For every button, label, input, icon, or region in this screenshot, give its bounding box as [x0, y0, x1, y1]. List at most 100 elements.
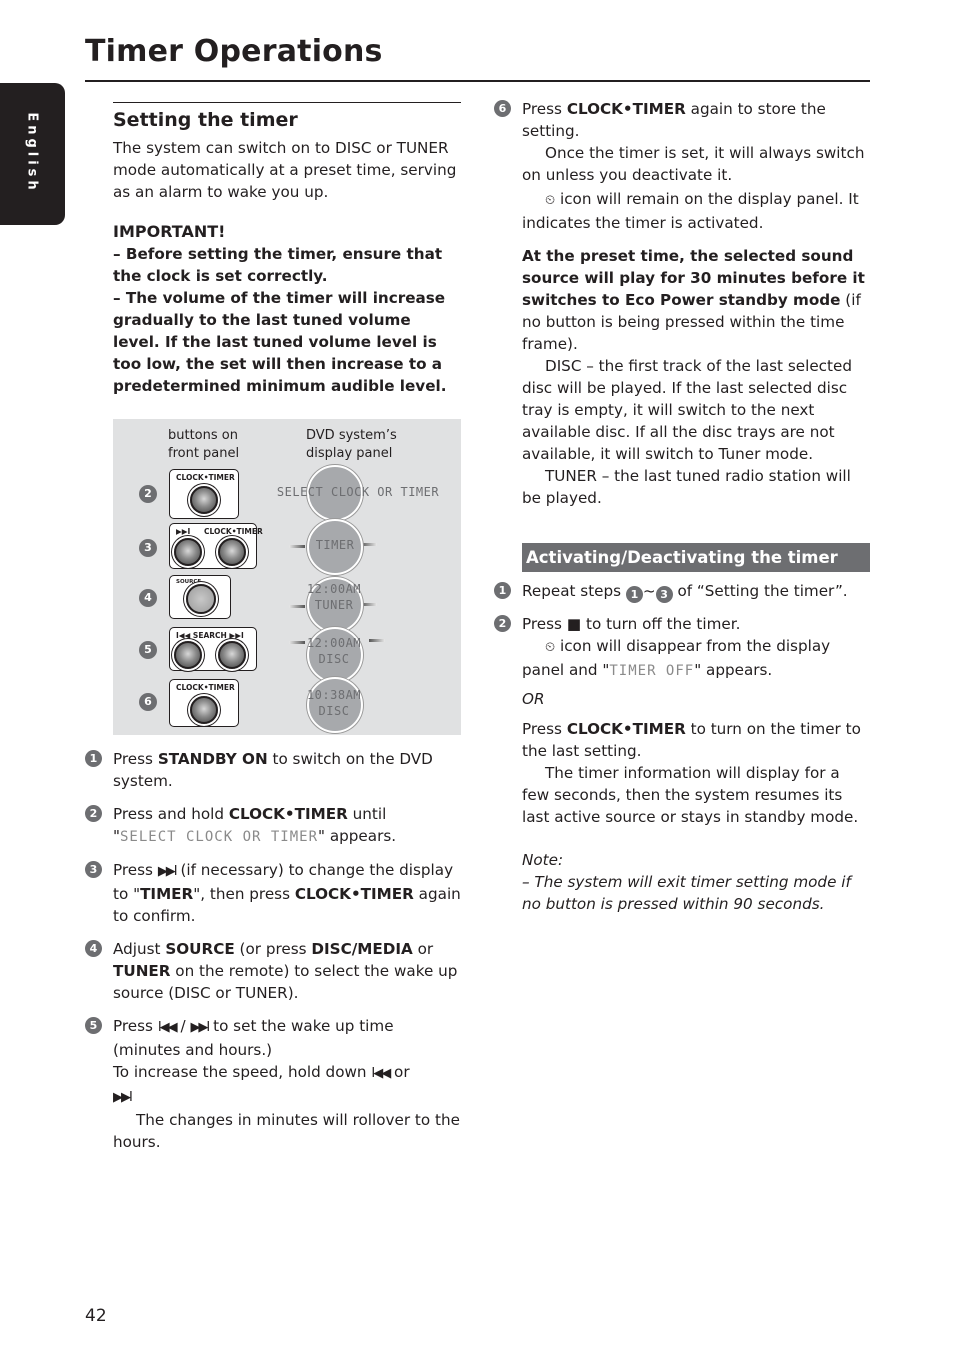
step-note: The changes in minutes will rollover to …: [113, 1111, 460, 1151]
step-text: or: [389, 1063, 410, 1081]
tuner-note: TUNER – the last tuned radio station wil…: [522, 467, 851, 507]
button-caption: CLOCK•TIMER: [176, 683, 235, 692]
display-text: 12:00AM DISC: [301, 635, 367, 667]
note-label: Note:: [522, 851, 564, 869]
step-text: To increase the speed, hold down: [113, 1063, 372, 1081]
step-2: 2 Press and hold CLOCK•TIMER until "SELEC…: [85, 803, 461, 848]
important-heading: IMPORTANT!: [113, 222, 226, 241]
step-number-bullet: 1: [85, 750, 102, 767]
previous-icon: I◀◀: [157, 1020, 178, 1035]
display-text: SELECT CLOCK OR TIMER: [276, 485, 440, 499]
or-label: OR: [522, 690, 545, 708]
source-knob: [186, 584, 216, 614]
display-text: TIMER: [315, 538, 355, 552]
display-text: 10:38AM DISC: [301, 687, 367, 719]
diagram-label-buttons-line2: front panel: [168, 446, 240, 461]
title-rule: [85, 80, 870, 82]
left-column: Setting the timer The system can switch …: [113, 102, 461, 397]
timer-clock-icon: ⏲: [545, 640, 556, 655]
preset-bold-text: At the preset time, the selected sound s…: [522, 247, 865, 309]
clock-timer-button-panel: CLOCK•TIMER: [169, 469, 239, 519]
step-text: /: [175, 1017, 191, 1035]
step-text: appears.: [325, 827, 397, 845]
step-text: Press: [522, 100, 567, 118]
diagram-label-display-line1: DVD system’s: [306, 428, 397, 443]
activating-step-1: 1 Repeat steps 1 ~3 of “Setting the timer…: [494, 580, 870, 603]
important-item-2: – The volume of the timer will increase …: [113, 289, 447, 395]
step-note: Once the timer is set, it will always sw…: [522, 144, 865, 184]
step-number-bullet: 5: [85, 1017, 102, 1034]
step-key-label: DISC/MEDIA: [311, 940, 413, 958]
important-box: IMPORTANT! – Before setting the timer, e…: [113, 221, 461, 397]
diagram-label-buttons-line1: buttons on: [168, 428, 238, 443]
step-ref-bullet: 3: [655, 586, 673, 603]
display-line-source: DISC: [318, 652, 350, 666]
diagram-label-display-line2: display panel: [306, 446, 393, 461]
step-key-label: TUNER: [113, 962, 171, 980]
alt-instruction: Press CLOCK•TIMER to turn on the timer t…: [522, 718, 870, 762]
step-number-bullet: 1: [494, 582, 511, 599]
source-knob-panel: SOURCE: [169, 575, 231, 619]
step-text: ", then press: [193, 885, 295, 903]
search-button-panel: I◀◀ SEARCH ▶▶I: [169, 627, 257, 671]
step-number-bullet: 3: [85, 861, 102, 878]
next-icon: ▶▶I: [113, 1090, 133, 1105]
diagram-step-number: 5: [139, 641, 157, 659]
step-key-label: CLOCK•TIMER: [566, 100, 686, 118]
display-text: 12:00AM TUNER: [301, 581, 367, 613]
display-line-source: DISC: [318, 704, 350, 718]
step-text: Press: [522, 720, 567, 738]
step-text: Press: [113, 750, 158, 768]
step-5: 5 Press I◀◀ / ▶▶I to set the wake up tim…: [85, 1015, 461, 1153]
step-text: of “Setting the timer”.: [672, 582, 848, 600]
step-text: Press: [113, 861, 158, 879]
step-note: ⏲ icon will disappear from the display p…: [522, 635, 870, 682]
button-caption-next: ▶▶I: [176, 527, 191, 536]
step-text: Press and hold: [113, 805, 229, 823]
clock-timer-button-panel: CLOCK•TIMER: [169, 679, 239, 727]
step-3: 3 Press ▶▶I (if necessary) to change the…: [85, 859, 461, 927]
diagram-step-number: 2: [139, 485, 157, 503]
flash-ray: [369, 639, 385, 642]
diagram-label-display: DVD system’s display panel: [306, 427, 397, 463]
section-title-setting-timer: Setting the timer: [113, 109, 298, 131]
lcd-text: SELECT CLOCK OR TIMER: [120, 829, 319, 845]
step-text: to turn off the timer.: [581, 615, 741, 633]
step-text: until: [347, 805, 387, 823]
display-line-source: TUNER: [314, 598, 354, 612]
step-6: 6 Press CLOCK•TIMER again to store the s…: [494, 98, 870, 234]
clock-timer-knob: [190, 696, 218, 724]
step-key-label: CLOCK•TIMER: [294, 885, 414, 903]
button-caption: CLOCK•TIMER: [176, 473, 235, 482]
language-tab: English: [0, 83, 65, 225]
disc-note: DISC – the first track of the last selec…: [522, 357, 852, 463]
step-text: " appears.: [694, 661, 773, 679]
prev-knob: [174, 641, 202, 669]
stop-icon: ■: [566, 615, 582, 633]
step-number-bullet: 2: [85, 805, 102, 822]
step-1: 1 Press STANDBY ON to switch on the DVD …: [85, 748, 461, 792]
step-key-label: CLOCK•TIMER: [566, 720, 686, 738]
flash-ray: [289, 545, 305, 548]
step-text: or: [412, 940, 434, 958]
step-key-label: CLOCK•TIMER: [228, 805, 348, 823]
next-icon: ▶▶I: [190, 1020, 210, 1035]
button-caption-search: I◀◀ SEARCH ▶▶I: [176, 631, 244, 640]
timer-diagram: buttons on front panel DVD system’s disp…: [113, 419, 461, 735]
step-text: Repeat steps: [522, 582, 626, 600]
step-text: Press: [113, 1017, 158, 1035]
section-title-activating: Activating/Deactivating the timer: [522, 543, 870, 572]
right-column: 6 Press CLOCK•TIMER again to store the s…: [494, 98, 870, 915]
step-text: Press: [522, 615, 567, 633]
step-text: Adjust: [113, 940, 166, 958]
display-line-time: 12:00AM: [306, 636, 362, 650]
activating-step-2: 2 Press ■ to turn off the timer. ⏲ icon …: [494, 613, 870, 828]
timer-clock-icon: ⏲: [545, 193, 556, 208]
note-text: – The system will exit timer setting mod…: [522, 873, 851, 913]
next-icon: ▶▶I: [157, 864, 178, 879]
page-title: Timer Operations: [85, 34, 383, 69]
display-line-time: 12:00AM: [306, 582, 362, 596]
step-note: The timer information will display for a…: [522, 764, 859, 826]
step-text: icon will remain on the display panel. I…: [522, 190, 859, 232]
step-text: (or press: [234, 940, 312, 958]
